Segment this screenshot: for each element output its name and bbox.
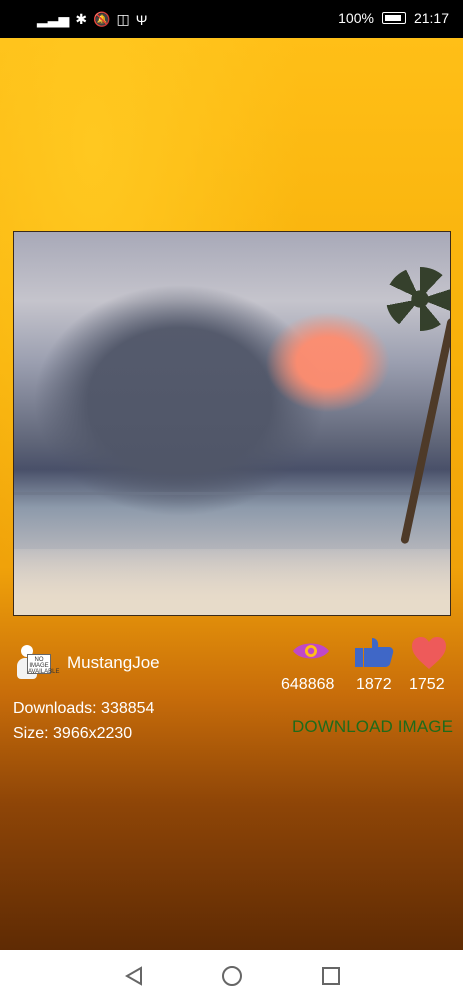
downloads-count: Downloads: 338854 — [13, 700, 155, 717]
no-image-sign-icon: NO IMAGE AVAILABLE — [27, 654, 59, 675]
palm-tree-trunk — [400, 317, 450, 545]
download-image-button[interactable]: DOWNLOAD IMAGE — [292, 717, 453, 737]
home-icon[interactable] — [221, 965, 243, 987]
avatar: NO IMAGE AVAILABLE — [17, 644, 59, 684]
thumbs-up-icon[interactable] — [354, 636, 394, 668]
username: MustangJoe — [67, 653, 160, 672]
back-icon[interactable] — [123, 965, 145, 987]
heart-icon[interactable] — [410, 636, 448, 670]
bluetooth-icon: ✱ — [75, 11, 88, 27]
recent-apps-icon[interactable] — [320, 965, 342, 987]
stats-icons — [290, 636, 450, 670]
signal-icon: ▂▃▅ — [37, 11, 70, 27]
battery-percent: 100% — [338, 10, 374, 26]
status-left-icons: ▂▃▅ ✱ 🔕 ◫ Ψ — [37, 11, 147, 28]
battery-icon — [381, 12, 406, 24]
favorites-count: 1752 — [409, 676, 445, 693]
status-right-info: 100% 21:17 — [338, 10, 449, 26]
views-count: 648868 — [281, 676, 335, 693]
wallpaper-background: NO IMAGE AVAILABLE MustangJoe 648868 187… — [0, 38, 463, 950]
app-icon: ◫ — [116, 11, 130, 27]
beach-image[interactable] — [13, 231, 451, 616]
eye-icon[interactable] — [292, 639, 330, 663]
system-navigation-bar — [0, 950, 463, 1002]
likes-count: 1872 — [356, 676, 392, 693]
clock: 21:17 — [413, 10, 449, 26]
status-bar: ▂▃▅ ✱ 🔕 ◫ Ψ 100% 21:17 — [0, 0, 463, 38]
horizon-line — [14, 492, 450, 495]
usb-icon: Ψ — [135, 11, 148, 28]
mute-icon: 🔕 — [93, 11, 111, 27]
image-size: Size: 3966x2230 — [13, 725, 133, 742]
palm-tree-leaves — [386, 267, 450, 331]
beach-sand — [14, 549, 450, 615]
